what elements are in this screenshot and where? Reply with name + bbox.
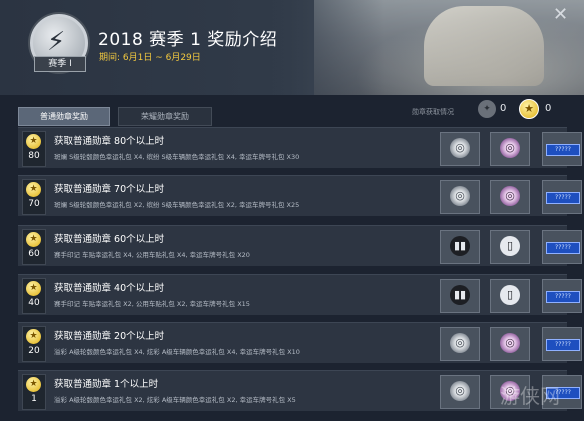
rank-number: 60 (28, 249, 40, 259)
reward-item[interactable]: ◎ (490, 180, 530, 214)
car-image (424, 6, 544, 86)
license-plate-icon: ????? (546, 242, 580, 254)
decal-icon: ▮▮ (450, 285, 470, 305)
reward-item[interactable]: ◎ (440, 180, 480, 214)
license-plate-icon: ????? (546, 144, 580, 156)
reward-item[interactable]: ◎ (440, 375, 480, 409)
wheel-icon: ◎ (450, 381, 470, 401)
wheel-icon: ◎ (450, 138, 470, 158)
reward-item[interactable]: ◎ (440, 327, 480, 361)
reward-title: 获取普通勋章 1个以上时 (54, 379, 159, 390)
license-plate-icon: ????? (546, 291, 580, 303)
watermark-text: 游侠网 (500, 384, 560, 408)
reward-description: 斑斓 S级轮毂颜色幸运礼包 X4, 缤纷 S级车辆颜色幸运礼包 X4, 幸运车牌… (54, 153, 300, 161)
wheel-color-icon: ◎ (500, 333, 520, 353)
reward-row: ★ 60 获取普通勋章 60个以上时赛手印记 车贴幸运礼包 X4, 公用车贴礼包 X… (18, 225, 582, 266)
wheel-color-icon: ◎ (500, 138, 520, 158)
reward-item[interactable]: ????? (542, 230, 582, 264)
decal-light-icon: ▯ (500, 285, 520, 305)
decal-light-icon: ▯ (500, 236, 520, 256)
star-icon: ★ (26, 281, 41, 296)
star-icon: ★ (26, 134, 41, 149)
close-icon[interactable]: ✕ (553, 6, 568, 24)
normal-medal-count: 0 (545, 103, 552, 114)
wheel-color-icon: ◎ (500, 186, 520, 206)
reward-item[interactable]: ????? (542, 180, 582, 214)
reward-item[interactable]: ????? (542, 132, 582, 166)
rank-box: ★ 60 (22, 229, 46, 265)
season-badge-label: 赛季 I (34, 56, 86, 72)
reward-description: 赛手印记 车贴幸运礼包 X2, 公用车贴礼包 X2, 幸运车牌号礼包 X15 (54, 300, 250, 308)
rank-box: ★ 40 (22, 278, 46, 314)
reward-row: ★ 20 获取普通勋章 20个以上时溢彩 A级轮毂颜色幸运礼包 X4, 炫彩 A级车… (18, 322, 582, 363)
reward-item[interactable]: ▮▮ (440, 279, 480, 313)
rank-number: 1 (31, 394, 37, 404)
reward-item[interactable]: ▯ (490, 230, 530, 264)
header-banner: ⚡ 赛季 I 2018 赛季 1 奖励介绍 期间: 6月1日 ~ 6月29日 ✕ (0, 0, 584, 95)
reward-title: 获取普通勋章 20个以上时 (54, 331, 165, 342)
reward-title: 获取普通勋章 70个以上时 (54, 184, 165, 195)
rank-box: ★ 20 (22, 326, 46, 362)
license-plate-icon: ????? (546, 339, 580, 351)
star-icon: ★ (26, 329, 41, 344)
reward-item[interactable]: ▯ (490, 279, 530, 313)
reward-description: 溢彩 A级轮毂颜色幸运礼包 X4, 炫彩 A级车辆颜色幸运礼包 X4, 幸运车牌… (54, 348, 300, 356)
season-period: 期间: 6月1日 ~ 6月29日 (99, 53, 201, 63)
star-icon: ★ (26, 232, 41, 247)
reward-row: ★ 70 获取普通勋章 70个以上时斑斓 S级轮毂颜色幸运礼包 X2, 缤纷 S级车… (18, 175, 582, 216)
reward-title: 获取普通勋章 60个以上时 (54, 234, 165, 245)
honor-medal-count: 0 (500, 103, 507, 114)
medal-status-label: 勋章获取情况 (412, 108, 454, 116)
page-title: 2018 赛季 1 奖励介绍 (98, 30, 278, 50)
reward-title: 获取普通勋章 80个以上时 (54, 136, 165, 147)
reward-title: 获取普通勋章 40个以上时 (54, 283, 165, 294)
rank-number: 80 (28, 151, 40, 161)
reward-item[interactable]: ◎ (440, 132, 480, 166)
rank-box: ★ 80 (22, 131, 46, 167)
wheel-icon: ◎ (450, 333, 470, 353)
reward-row: ★ 40 获取普通勋章 40个以上时赛手印记 车贴幸运礼包 X2, 公用车贴礼包 X… (18, 274, 582, 315)
rank-box: ★ 1 (22, 374, 46, 410)
star-icon: ★ (26, 377, 41, 392)
tab-honor-medal[interactable]: 荣耀勋章奖励 (118, 107, 212, 126)
wheel-icon: ◎ (450, 186, 470, 206)
decal-icon: ▮▮ (450, 236, 470, 256)
reward-description: 赛手印记 车贴幸运礼包 X4, 公用车贴礼包 X4, 幸运车牌号礼包 X20 (54, 251, 250, 259)
rank-number: 70 (28, 199, 40, 209)
reward-row: ★ 1 获取普通勋章 1个以上时 溢彩 A级轮毂颜色幸运礼包 X2, 炫彩 A级车辆颜… (18, 370, 582, 411)
star-icon: ★ (26, 182, 41, 197)
reward-row: ★ 80 获取普通勋章 80个以上时斑斓 S级轮毂颜色幸运礼包 X4, 缤纷 S级车… (18, 127, 582, 168)
tab-normal-medal[interactable]: 普通勋章奖励 (18, 107, 110, 126)
reward-item[interactable]: ◎ (490, 132, 530, 166)
rank-box: ★ 70 (22, 179, 46, 215)
reward-item[interactable]: ????? (542, 327, 582, 361)
rank-number: 20 (28, 346, 40, 356)
lightning-icon: ⚡ (47, 27, 66, 57)
reward-description: 溢彩 A级轮毂颜色幸运礼包 X2, 炫彩 A级车辆颜色幸运礼包 X2, 幸运车牌… (54, 396, 296, 404)
honor-medal-icon: ✦ (478, 100, 496, 118)
rank-number: 40 (28, 298, 40, 308)
normal-medal-icon: ★ (519, 99, 539, 119)
reward-item[interactable]: ◎ (490, 327, 530, 361)
reward-item[interactable]: ????? (542, 279, 582, 313)
license-plate-icon: ????? (546, 192, 580, 204)
reward-description: 斑斓 S级轮毂颜色幸运礼包 X2, 缤纷 S级车辆颜色幸运礼包 X2, 幸运车牌… (54, 201, 300, 209)
reward-item[interactable]: ▮▮ (440, 230, 480, 264)
